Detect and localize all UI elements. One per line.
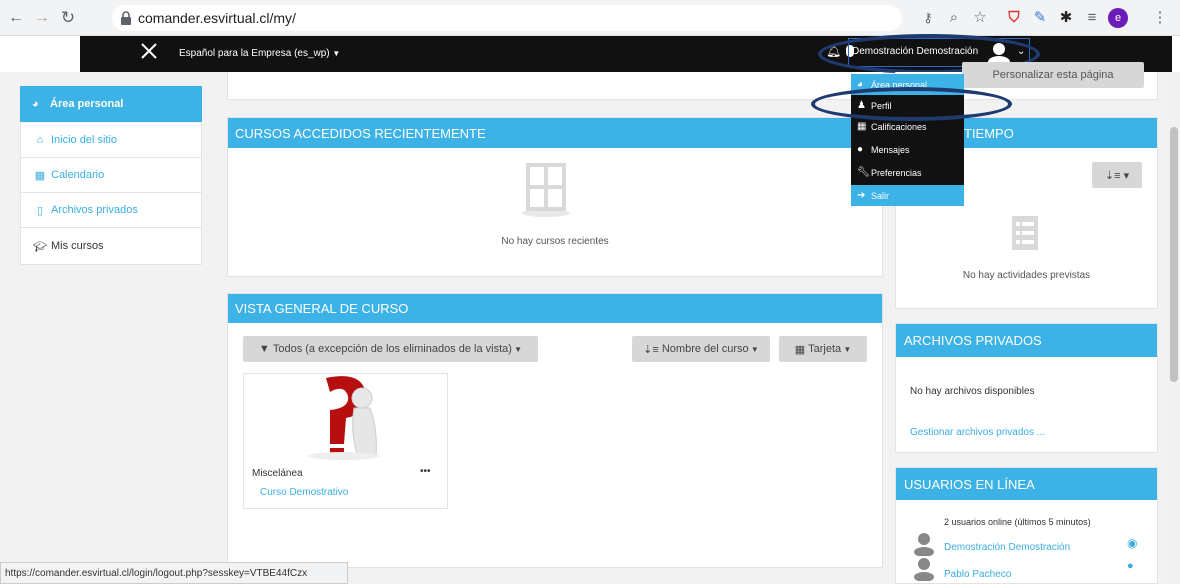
menu-item-preferencias[interactable]: 🔧︎ Preferencias	[851, 162, 964, 183]
page-scrollbar[interactable]	[1168, 72, 1180, 584]
sort-icon: ⇣≡	[643, 343, 662, 356]
course-menu-icon[interactable]: •••	[420, 466, 431, 477]
eye-icon[interactable]: ◉	[1127, 536, 1137, 550]
profile-avatar[interactable]: e	[1108, 8, 1128, 28]
home-icon: ⌂	[36, 134, 44, 146]
course-image	[304, 374, 384, 460]
more-icon[interactable]: ⋮	[1150, 8, 1170, 28]
sidebar-item-label: Archivos privados	[51, 204, 138, 216]
caret-down-icon: ▼	[332, 49, 341, 58]
sidebar-item-area-personal[interactable]: ◕ Área personal	[20, 86, 202, 122]
private-files-block: ARCHIVOS PRIVADOS No hay archivos dispon…	[895, 323, 1158, 453]
menu-item-mensajes[interactable]: ● Mensajes	[851, 139, 964, 160]
language-menu[interactable]: Español para la Empresa (es_wp) ▼	[179, 48, 340, 59]
online-users-block: USUARIOS EN LÍNEA 2 usuarios online (últ…	[895, 467, 1158, 584]
page-header-card	[227, 72, 883, 100]
wrench-icon: 🔧︎	[857, 167, 870, 178]
sort-icon: ⇣≡ ▾	[1104, 169, 1130, 182]
online-user-link[interactable]: Pablo Pacheco	[944, 569, 1011, 580]
recent-courses-block: CURSOS ACCEDIDOS RECIENTEMENTE No hay cu…	[227, 117, 883, 277]
reload-icon[interactable]: ↻	[58, 8, 78, 28]
private-files-empty: No hay archivos disponibles	[910, 386, 1035, 397]
menu-item-label: Salir	[871, 190, 890, 201]
sidebar-item-calendario[interactable]: ▦ Calendario	[20, 158, 202, 193]
course-category: Miscelánea	[252, 468, 303, 479]
online-summary: 2 usuarios online (últimos 5 minutos)	[944, 517, 1091, 527]
url-text: comander.esvirtual.cl/my/	[138, 10, 296, 26]
sidebar-item-label: Área personal	[50, 98, 124, 110]
sidebar-item-label: Inicio del sitio	[51, 134, 118, 146]
sidebar-item-label: Calendario	[51, 169, 105, 181]
filter-dropdown[interactable]: ▼ Todos (a excepción de los eliminados d…	[243, 336, 538, 362]
customize-page-button[interactable]: Personalizar esta página	[962, 62, 1144, 88]
puzzle-icon[interactable]: ✱	[1056, 8, 1076, 28]
sort-dropdown[interactable]: ⇣≡ Nombre del curso ▼	[632, 336, 770, 362]
close-drawer-icon[interactable]	[140, 42, 158, 60]
browser-status-bar: https://comander.esvirtual.cl/login/logo…	[0, 562, 348, 584]
calendar-icon: ▦	[34, 169, 46, 182]
grid-icon: ▦	[794, 343, 809, 356]
caret-down-icon: ▼	[841, 344, 852, 354]
course-overview-block: VISTA GENERAL DE CURSO ▼ Todos (a excepc…	[227, 293, 883, 568]
block-title: VISTA GENERAL DE CURSO	[228, 294, 882, 323]
caret-down-icon: ▼	[511, 344, 523, 354]
block-title: CURSOS ACCEDIDOS RECIENTEMENTE	[228, 118, 882, 148]
star-icon[interactable]: ☆	[970, 8, 990, 28]
block-title: USUARIOS EN LÍNEA	[896, 468, 1157, 500]
recent-courses-empty: No hay cursos recientes	[501, 236, 609, 247]
graduation-cap-icon: 🎓︎	[33, 240, 47, 253]
browser-toolbar: ← → ↻ comander.esvirtual.cl/my/ ⚷ ⌕ ☆ ⛉ …	[0, 0, 1180, 36]
sidebar-item-label: Mis cursos	[51, 240, 104, 252]
zoom-icon[interactable]: ⌕	[944, 8, 964, 28]
course-card[interactable]: Miscelánea ••• Curso Demostrativo	[243, 373, 448, 509]
sidebar-item-mis-cursos[interactable]: 🎓︎ Mis cursos	[20, 228, 202, 265]
manage-files-link[interactable]: Gestionar archivos privados ...	[910, 427, 1045, 438]
sort-label: Nombre del curso	[661, 343, 749, 355]
customize-label: Personalizar esta página	[992, 69, 1114, 81]
view-dropdown[interactable]: ▦ Tarjeta ▼	[779, 336, 867, 362]
pocket-icon[interactable]: ⛉	[1004, 8, 1024, 28]
key-icon[interactable]: ⚷	[918, 8, 938, 28]
sidebar-item-archivos[interactable]: ▯ Archivos privados	[20, 193, 202, 228]
sidebar-item-inicio[interactable]: ⌂ Inicio del sitio	[20, 123, 202, 158]
user-avatar-icon	[914, 532, 934, 557]
reading-list-icon[interactable]: ≡	[1082, 8, 1102, 28]
view-label: Tarjeta	[808, 343, 842, 355]
scrollbar-thumb[interactable]	[1170, 127, 1178, 382]
file-icon: ▯	[36, 204, 44, 217]
online-user-link[interactable]: Demostración Demostración	[944, 542, 1070, 553]
chat-icon: ●	[857, 144, 864, 155]
filter-label: Todos (a excepción de los eliminados de …	[272, 343, 512, 355]
menu-item-label: Preferencias	[871, 167, 922, 178]
timeline-empty-icon	[1010, 214, 1040, 252]
user-avatar-icon	[914, 557, 934, 582]
pen-extension-icon[interactable]: ✎	[1030, 8, 1050, 28]
highlight-oval-perfil	[811, 87, 1012, 121]
table-icon: ▦	[857, 121, 867, 132]
lock-icon	[120, 11, 134, 25]
back-icon[interactable]: ←	[6, 8, 26, 28]
filter-icon: ▼	[258, 343, 273, 355]
language-label: Español para la Empresa (es_wp)	[179, 48, 330, 59]
menu-item-label: Mensajes	[871, 144, 910, 155]
timeline-sort-button[interactable]: ⇣≡ ▾	[1092, 162, 1142, 188]
address-bar[interactable]: comander.esvirtual.cl/my/	[112, 5, 902, 31]
course-name-link[interactable]: Curso Demostrativo	[260, 487, 348, 498]
caret-down-icon: ▼	[748, 344, 759, 354]
message-icon[interactable]: ●	[1127, 560, 1134, 572]
block-title: ARCHIVOS PRIVADOS	[896, 324, 1157, 357]
menu-item-salir[interactable]: ➔ Salir	[851, 185, 964, 206]
dashboard-icon: ◕	[32, 98, 39, 110]
signout-icon: ➔	[857, 190, 866, 201]
forward-icon[interactable]: →	[32, 8, 52, 28]
timeline-empty: No hay actividades previstas	[962, 270, 1091, 281]
courses-empty-icon	[520, 161, 572, 217]
menu-item-label: Calificaciones	[871, 121, 927, 132]
